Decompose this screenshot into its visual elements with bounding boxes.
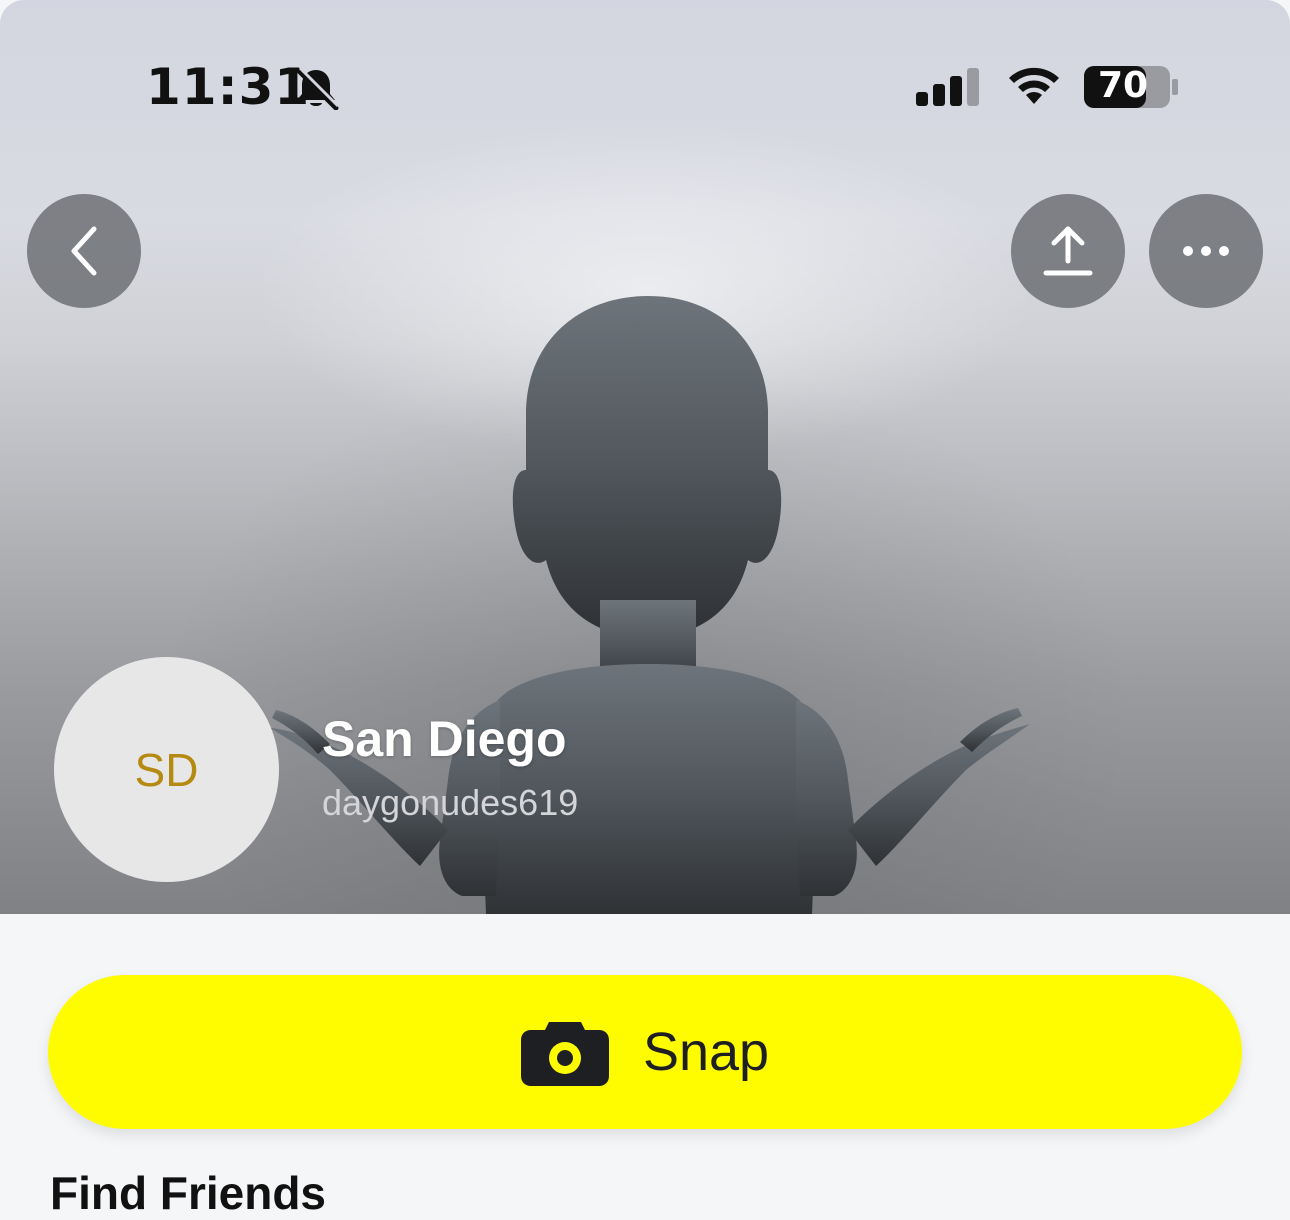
status-time: 11:31 <box>146 58 311 116</box>
camera-icon <box>520 1022 609 1086</box>
more-options-button[interactable] <box>1149 194 1263 308</box>
avatar[interactable]: SD <box>54 657 279 882</box>
ellipsis-icon <box>1183 246 1229 256</box>
snap-button[interactable]: Snap <box>48 975 1242 1129</box>
bell-slash-icon <box>295 66 340 110</box>
find-friends-heading: Find Friends <box>50 1167 326 1219</box>
snap-button-label: Snap <box>642 1022 770 1082</box>
profile-display-name: San Diego <box>322 711 567 767</box>
wifi-icon <box>1009 67 1059 104</box>
share-upload-icon <box>1043 226 1093 276</box>
profile-username: daygonudes619 <box>322 782 579 823</box>
snap-button-content: Snap <box>520 1018 770 1086</box>
signal-icon <box>916 68 979 106</box>
back-button[interactable] <box>27 194 141 308</box>
share-button[interactable] <box>1011 194 1125 308</box>
battery-level: 70 <box>1097 65 1149 106</box>
chevron-left-icon <box>71 226 97 276</box>
